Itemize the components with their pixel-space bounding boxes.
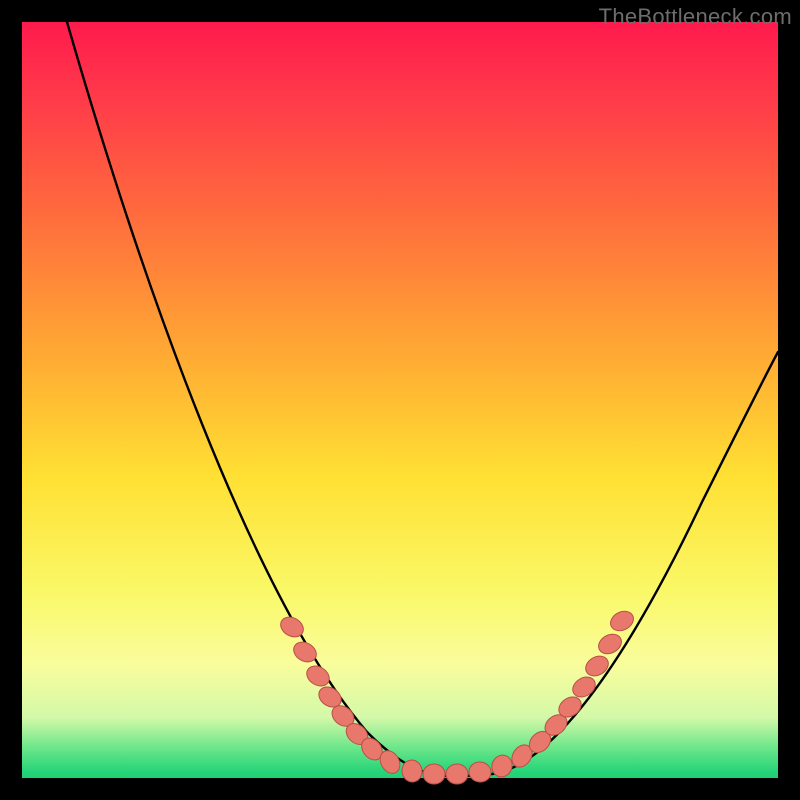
data-marker [607, 608, 637, 635]
marker-layer [277, 608, 637, 784]
chart-svg [22, 22, 778, 778]
data-marker [582, 652, 612, 680]
plot-area [22, 22, 778, 778]
bottleneck-curve [67, 22, 778, 776]
chart-frame: TheBottleneck.com [0, 0, 800, 800]
data-marker [446, 764, 468, 784]
data-marker [303, 662, 333, 690]
watermark-text: TheBottleneck.com [599, 4, 792, 30]
data-marker [468, 761, 493, 784]
data-marker [423, 764, 445, 784]
data-marker [489, 752, 515, 780]
